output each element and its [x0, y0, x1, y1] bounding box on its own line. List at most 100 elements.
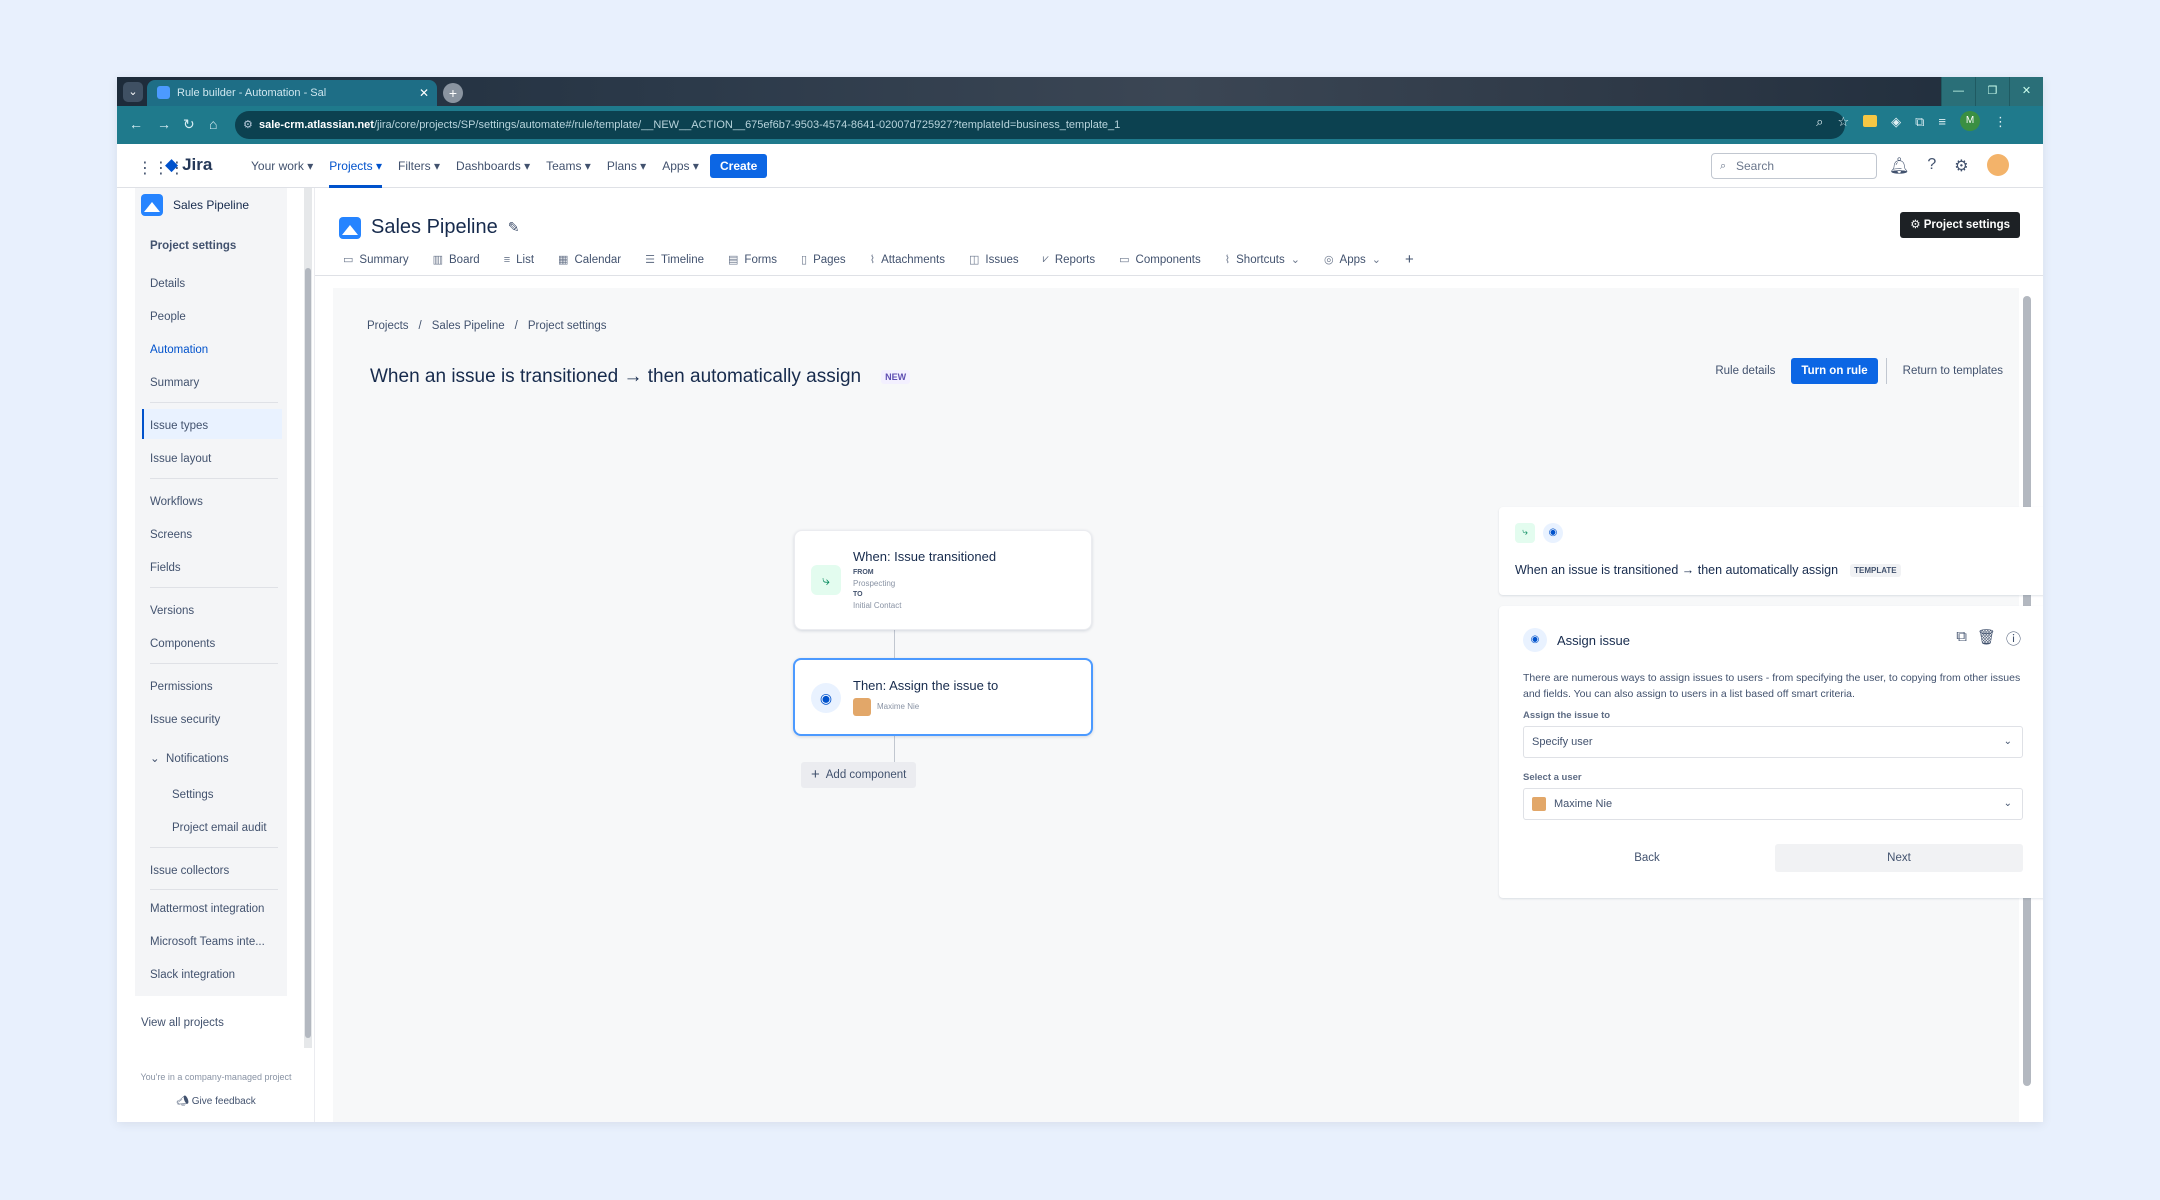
duplicate-icon[interactable]: ⧉: [1956, 628, 1967, 649]
project-settings-button[interactable]: ⚙ Project settings: [1900, 212, 2020, 238]
sidebar-item-issue-security[interactable]: Issue security: [150, 714, 220, 726]
next-button[interactable]: Next: [1775, 844, 2023, 872]
give-feedback-link[interactable]: 📣︎ Give feedback: [117, 1096, 315, 1107]
create-button[interactable]: Create: [710, 154, 768, 178]
select-user-select[interactable]: Maxime Nie ⌄: [1523, 788, 2023, 820]
tab-calendar[interactable]: ▦ Calendar: [558, 251, 621, 268]
sidebar-item-mattermost[interactable]: Mattermost integration: [150, 903, 264, 915]
return-to-templates-button[interactable]: Return to templates: [1885, 358, 2019, 384]
nav-plans[interactable]: Plans ▾: [599, 144, 654, 188]
sidebar-item-notification-settings[interactable]: Settings: [172, 789, 214, 801]
sidebar-item-issue-types[interactable]: Issue types: [150, 420, 208, 432]
close-window-icon[interactable]: ✕: [2009, 77, 2043, 106]
browser-tab[interactable]: Rule builder - Automation - Sal ✕: [147, 80, 437, 106]
sidebar-item-versions[interactable]: Versions: [150, 605, 194, 617]
sidebar-item-permissions[interactable]: Permissions: [150, 681, 213, 693]
sidebar-project-header[interactable]: Sales Pipeline: [141, 194, 249, 216]
sidebar-item-issue-layout[interactable]: Issue layout: [150, 453, 211, 465]
extension-icon[interactable]: ◈: [1891, 114, 1901, 131]
reload-icon[interactable]: ↻: [183, 116, 195, 133]
breadcrumb-separator: /: [514, 320, 518, 332]
scrollbar-thumb[interactable]: [305, 268, 311, 1038]
tab-board[interactable]: ▥ Board: [433, 251, 480, 268]
tab-shortcuts[interactable]: ⌇ Shortcuts ⌄: [1225, 251, 1300, 268]
home-icon[interactable]: ⌂: [209, 116, 217, 132]
tab-pages[interactable]: ▯ Pages: [801, 251, 846, 268]
tab-summary[interactable]: ▭ Summary: [343, 251, 409, 268]
tab-attachments[interactable]: ⌇ Attachments: [870, 251, 945, 268]
help-icon[interactable]: ?: [1927, 156, 1936, 176]
forward-arrow-icon[interactable]: →: [157, 116, 171, 132]
action-node[interactable]: ◉ Then: Assign the issue to Maxime Nie: [793, 658, 1093, 736]
sidebar-item-screens[interactable]: Screens: [150, 529, 192, 541]
settings-gear-icon[interactable]: ⚙: [1954, 156, 1968, 176]
nav-teams[interactable]: Teams ▾: [538, 144, 599, 188]
summary-icon: ▭: [343, 254, 354, 266]
tab-search-icon[interactable]: ⌄: [123, 82, 143, 102]
new-tab-button[interactable]: +: [443, 83, 463, 103]
sidebar-item-fields[interactable]: Fields: [150, 562, 181, 574]
sidebar-item-components[interactable]: Components: [150, 638, 215, 650]
pin-icon[interactable]: ✎: [508, 219, 520, 236]
site-info-icon[interactable]: ⚙: [243, 111, 253, 139]
add-component-button[interactable]: + Add component: [801, 762, 917, 788]
tab-issues[interactable]: ◫ Issues: [969, 251, 1019, 268]
bookmark-star-icon[interactable]: ☆: [1837, 114, 1849, 131]
zoom-icon[interactable]: ⌕: [1816, 114, 1823, 131]
browser-tab-strip: ⌄ Rule builder - Automation - Sal ✕ + — …: [117, 77, 2043, 106]
search-input[interactable]: ⌕ Search: [1711, 153, 1877, 179]
sidebar-item-details[interactable]: Details: [150, 278, 185, 290]
project-tabs: ▭ Summary ▥ Board ≡ List ▦ Calendar ☰ Timelin…: [343, 251, 1438, 268]
trigger-node[interactable]: ⤷ When: Issue transitioned FROM Prospect…: [794, 530, 1092, 630]
sidebar-item-people[interactable]: People: [150, 311, 186, 323]
notifications-bell-icon[interactable]: 🔔︎: [1889, 156, 1909, 176]
sidebar-item-automation[interactable]: Automation: [150, 344, 208, 356]
from-label: FROM: [853, 569, 874, 576]
tab-forms[interactable]: ▤ Forms: [728, 251, 777, 268]
turn-on-rule-button[interactable]: Turn on rule: [1791, 358, 1878, 384]
sidebar-scrollbar[interactable]: [304, 188, 312, 1048]
tab-list[interactable]: ≡ List: [504, 251, 534, 268]
tab-components[interactable]: ▭ Components: [1119, 251, 1201, 268]
breadcrumb-projects[interactable]: Projects: [367, 320, 409, 332]
address-bar[interactable]: ⚙ sale-crm.atlassian.net/jira/core/proje…: [235, 111, 1845, 139]
user-avatar[interactable]: [1986, 154, 2009, 176]
nav-filters[interactable]: Filters ▾: [390, 144, 448, 188]
close-tab-icon[interactable]: ✕: [419, 80, 429, 106]
back-button[interactable]: Back: [1523, 844, 1771, 872]
sidebar-item-microsoft-teams[interactable]: Microsoft Teams inte...: [150, 936, 265, 948]
sidebar-item-issue-collectors[interactable]: Issue collectors: [150, 865, 229, 877]
sidebar-footer-note: You're in a company-managed project: [140, 1072, 292, 1082]
nav-dashboards[interactable]: Dashboards ▾: [448, 144, 538, 188]
transition-icon: ⤷: [811, 565, 841, 595]
assignee-name: Maxime Nie: [877, 702, 920, 711]
puzzle-icon[interactable]: ⧉: [1915, 114, 1924, 131]
minimize-icon[interactable]: —: [1941, 77, 1975, 106]
help-icon[interactable]: ⓘ: [2006, 628, 2021, 649]
breadcrumb-project[interactable]: Sales Pipeline: [432, 320, 505, 332]
delete-icon[interactable]: 🗑︎: [1977, 628, 1996, 649]
rule-details-button[interactable]: Rule details: [1699, 358, 1791, 384]
extension-yellow-icon[interactable]: [1863, 115, 1878, 127]
browser-menu-icon[interactable]: ⋮: [1994, 114, 2007, 131]
profile-avatar[interactable]: M: [1960, 111, 1980, 131]
breadcrumb-project-settings[interactable]: Project settings: [528, 320, 607, 332]
sidebar-item-summary[interactable]: Summary: [150, 377, 199, 389]
add-tab-button[interactable]: +: [1405, 251, 1414, 268]
reading-list-icon[interactable]: ≡: [1938, 114, 1946, 131]
sidebar-item-slack[interactable]: Slack integration: [150, 969, 235, 981]
tab-reports[interactable]: ⩗ Reports: [1043, 251, 1096, 268]
assign-to-select[interactable]: Specify user ⌄: [1523, 726, 2023, 758]
nav-apps[interactable]: Apps ▾: [654, 144, 707, 188]
nav-projects[interactable]: Projects ▾: [321, 144, 390, 188]
view-all-projects-link[interactable]: View all projects: [141, 1017, 224, 1029]
sidebar-item-project-email-audit[interactable]: Project email audit: [172, 822, 267, 834]
jira-logo[interactable]: ◆ Jira: [165, 155, 212, 175]
nav-your-work[interactable]: Your work ▾: [243, 144, 321, 188]
back-arrow-icon[interactable]: ←: [129, 116, 143, 132]
tab-apps[interactable]: ◎ Apps ⌄: [1324, 251, 1381, 268]
sidebar-item-notifications[interactable]: ⌄ Notifications: [150, 751, 229, 765]
tab-timeline[interactable]: ☰ Timeline: [645, 251, 704, 268]
sidebar-item-workflows[interactable]: Workflows: [150, 496, 203, 508]
restore-icon[interactable]: ❐: [1975, 77, 2009, 106]
